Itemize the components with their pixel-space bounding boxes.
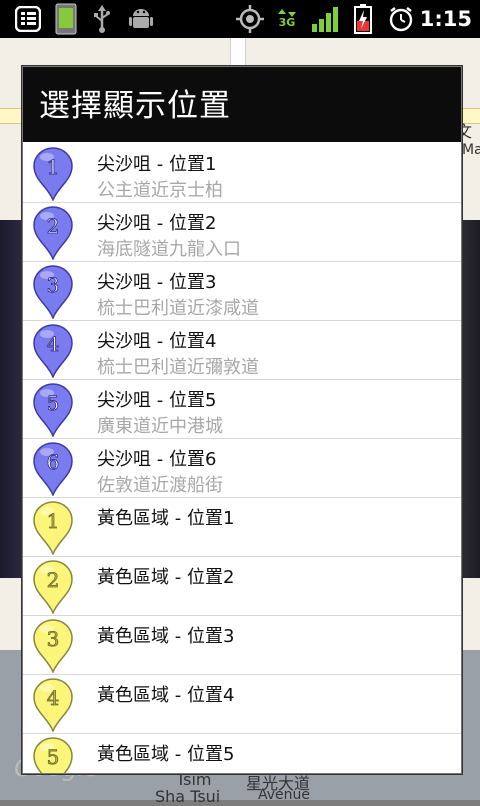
clock-time: 1:15 (419, 7, 472, 31)
map-label: Sha Tsui (155, 787, 221, 806)
list-item-subtitle: 海底隧道九龍入口 (97, 239, 241, 260)
list-item-title: 黃色區域 - 位置4 (97, 685, 235, 706)
list-item[interactable]: 1 尖沙咀 - 位置1 公主道近京士柏 (23, 144, 461, 203)
yellow-map-pin-icon: 3 (33, 619, 73, 673)
android-debug-icon[interactable] (128, 4, 154, 34)
svg-text:5: 5 (47, 745, 60, 769)
blue-map-pin-icon: 6 (33, 442, 73, 496)
list-item[interactable]: 2 尖沙咀 - 位置2 海底隧道九龍入口 (23, 203, 461, 262)
list-item[interactable]: 5 黃色區域 - 位置5 (23, 734, 461, 773)
svg-text:4: 4 (47, 332, 60, 356)
svg-text:4: 4 (47, 686, 60, 710)
list-item-title: 黃色區域 - 位置1 (97, 508, 235, 529)
usb-icon[interactable] (90, 4, 114, 34)
svg-text:5: 5 (47, 391, 60, 415)
yellow-map-pin-icon: 5 (33, 737, 73, 773)
phone-icon[interactable] (54, 3, 78, 35)
list-item[interactable]: 5 尖沙咀 - 位置5 廣東道近中港城 (23, 380, 461, 439)
blue-map-pin-icon: 1 (33, 147, 73, 201)
list-item[interactable]: 2 黃色區域 - 位置2 (23, 557, 461, 616)
svg-text:6: 6 (47, 450, 60, 474)
list-item-title: 尖沙咀 - 位置2 (97, 213, 217, 234)
signal-icon (310, 4, 340, 34)
list-item-title: 黃色區域 - 位置5 (97, 744, 235, 765)
list-item[interactable]: 3 尖沙咀 - 位置3 梳士巴利道近漆咸道 (23, 262, 461, 321)
gps-icon[interactable] (236, 4, 264, 34)
blue-map-pin-icon: 5 (33, 383, 73, 437)
list-item-title: 尖沙咀 - 位置5 (97, 390, 217, 411)
svg-text:3: 3 (47, 627, 60, 651)
list-item[interactable]: 3 黃色區域 - 位置3 (23, 616, 461, 675)
svg-text:1: 1 (47, 155, 60, 179)
3g-data-icon: 3G (276, 4, 298, 34)
blue-map-pin-icon: 4 (33, 324, 73, 378)
list-item-subtitle: 梳士巴利道近彌敦道 (97, 357, 259, 378)
yellow-map-pin-icon: 1 (33, 501, 73, 555)
yellow-map-pin-icon: 2 (33, 560, 73, 614)
list-item-subtitle: 廣東道近中港城 (97, 416, 223, 437)
dialog-title: 選擇顯示位置 (23, 67, 461, 142)
list-item[interactable]: 6 尖沙咀 - 位置6 佐敦道近渡船街 (23, 439, 461, 498)
blue-map-pin-icon: 2 (33, 206, 73, 260)
list-item-subtitle: 梳士巴利道近漆咸道 (97, 298, 259, 319)
svg-text:3: 3 (47, 273, 60, 297)
location-list[interactable]: 1 尖沙咀 - 位置1 公主道近京士柏 2 尖沙咀 - 位置2 海底隧道九龍入口 3 尖沙咀 … (23, 144, 461, 773)
list-item-subtitle: 公主道近京士柏 (97, 180, 223, 201)
list-item-subtitle: 佐敦道近渡船街 (97, 475, 223, 496)
notification-icon[interactable] (14, 4, 42, 34)
list-item-title: 黃色區域 - 位置2 (97, 567, 235, 588)
svg-text:1: 1 (47, 509, 60, 533)
list-item[interactable]: 4 黃色區域 - 位置4 (23, 675, 461, 734)
list-item-title: 黃色區域 - 位置3 (97, 626, 235, 647)
status-bar: 3G 1:15 (0, 0, 480, 38)
map-label: Ma (462, 142, 480, 158)
blue-map-pin-icon: 3 (33, 265, 73, 319)
list-item-title: 尖沙咀 - 位置6 (97, 449, 217, 470)
list-item-title: 尖沙咀 - 位置3 (97, 272, 217, 293)
battery-charging-icon (352, 4, 374, 34)
map-label: Avenue (258, 787, 311, 803)
list-item-title: 尖沙咀 - 位置1 (97, 154, 217, 175)
svg-text:2: 2 (47, 568, 60, 592)
yellow-map-pin-icon: 4 (33, 678, 73, 732)
location-picker-dialog: 選擇顯示位置 1 尖沙咀 - 位置1 公主道近京士柏 2 尖沙咀 - 位置2 海底隧道九龍… (22, 66, 462, 774)
list-item-title: 尖沙咀 - 位置4 (97, 331, 217, 352)
list-item[interactable]: 4 尖沙咀 - 位置4 梳士巴利道近彌敦道 (23, 321, 461, 380)
alarm-icon (388, 4, 414, 34)
list-item[interactable]: 1 黃色區域 - 位置1 (23, 498, 461, 557)
svg-text:2: 2 (47, 214, 60, 238)
